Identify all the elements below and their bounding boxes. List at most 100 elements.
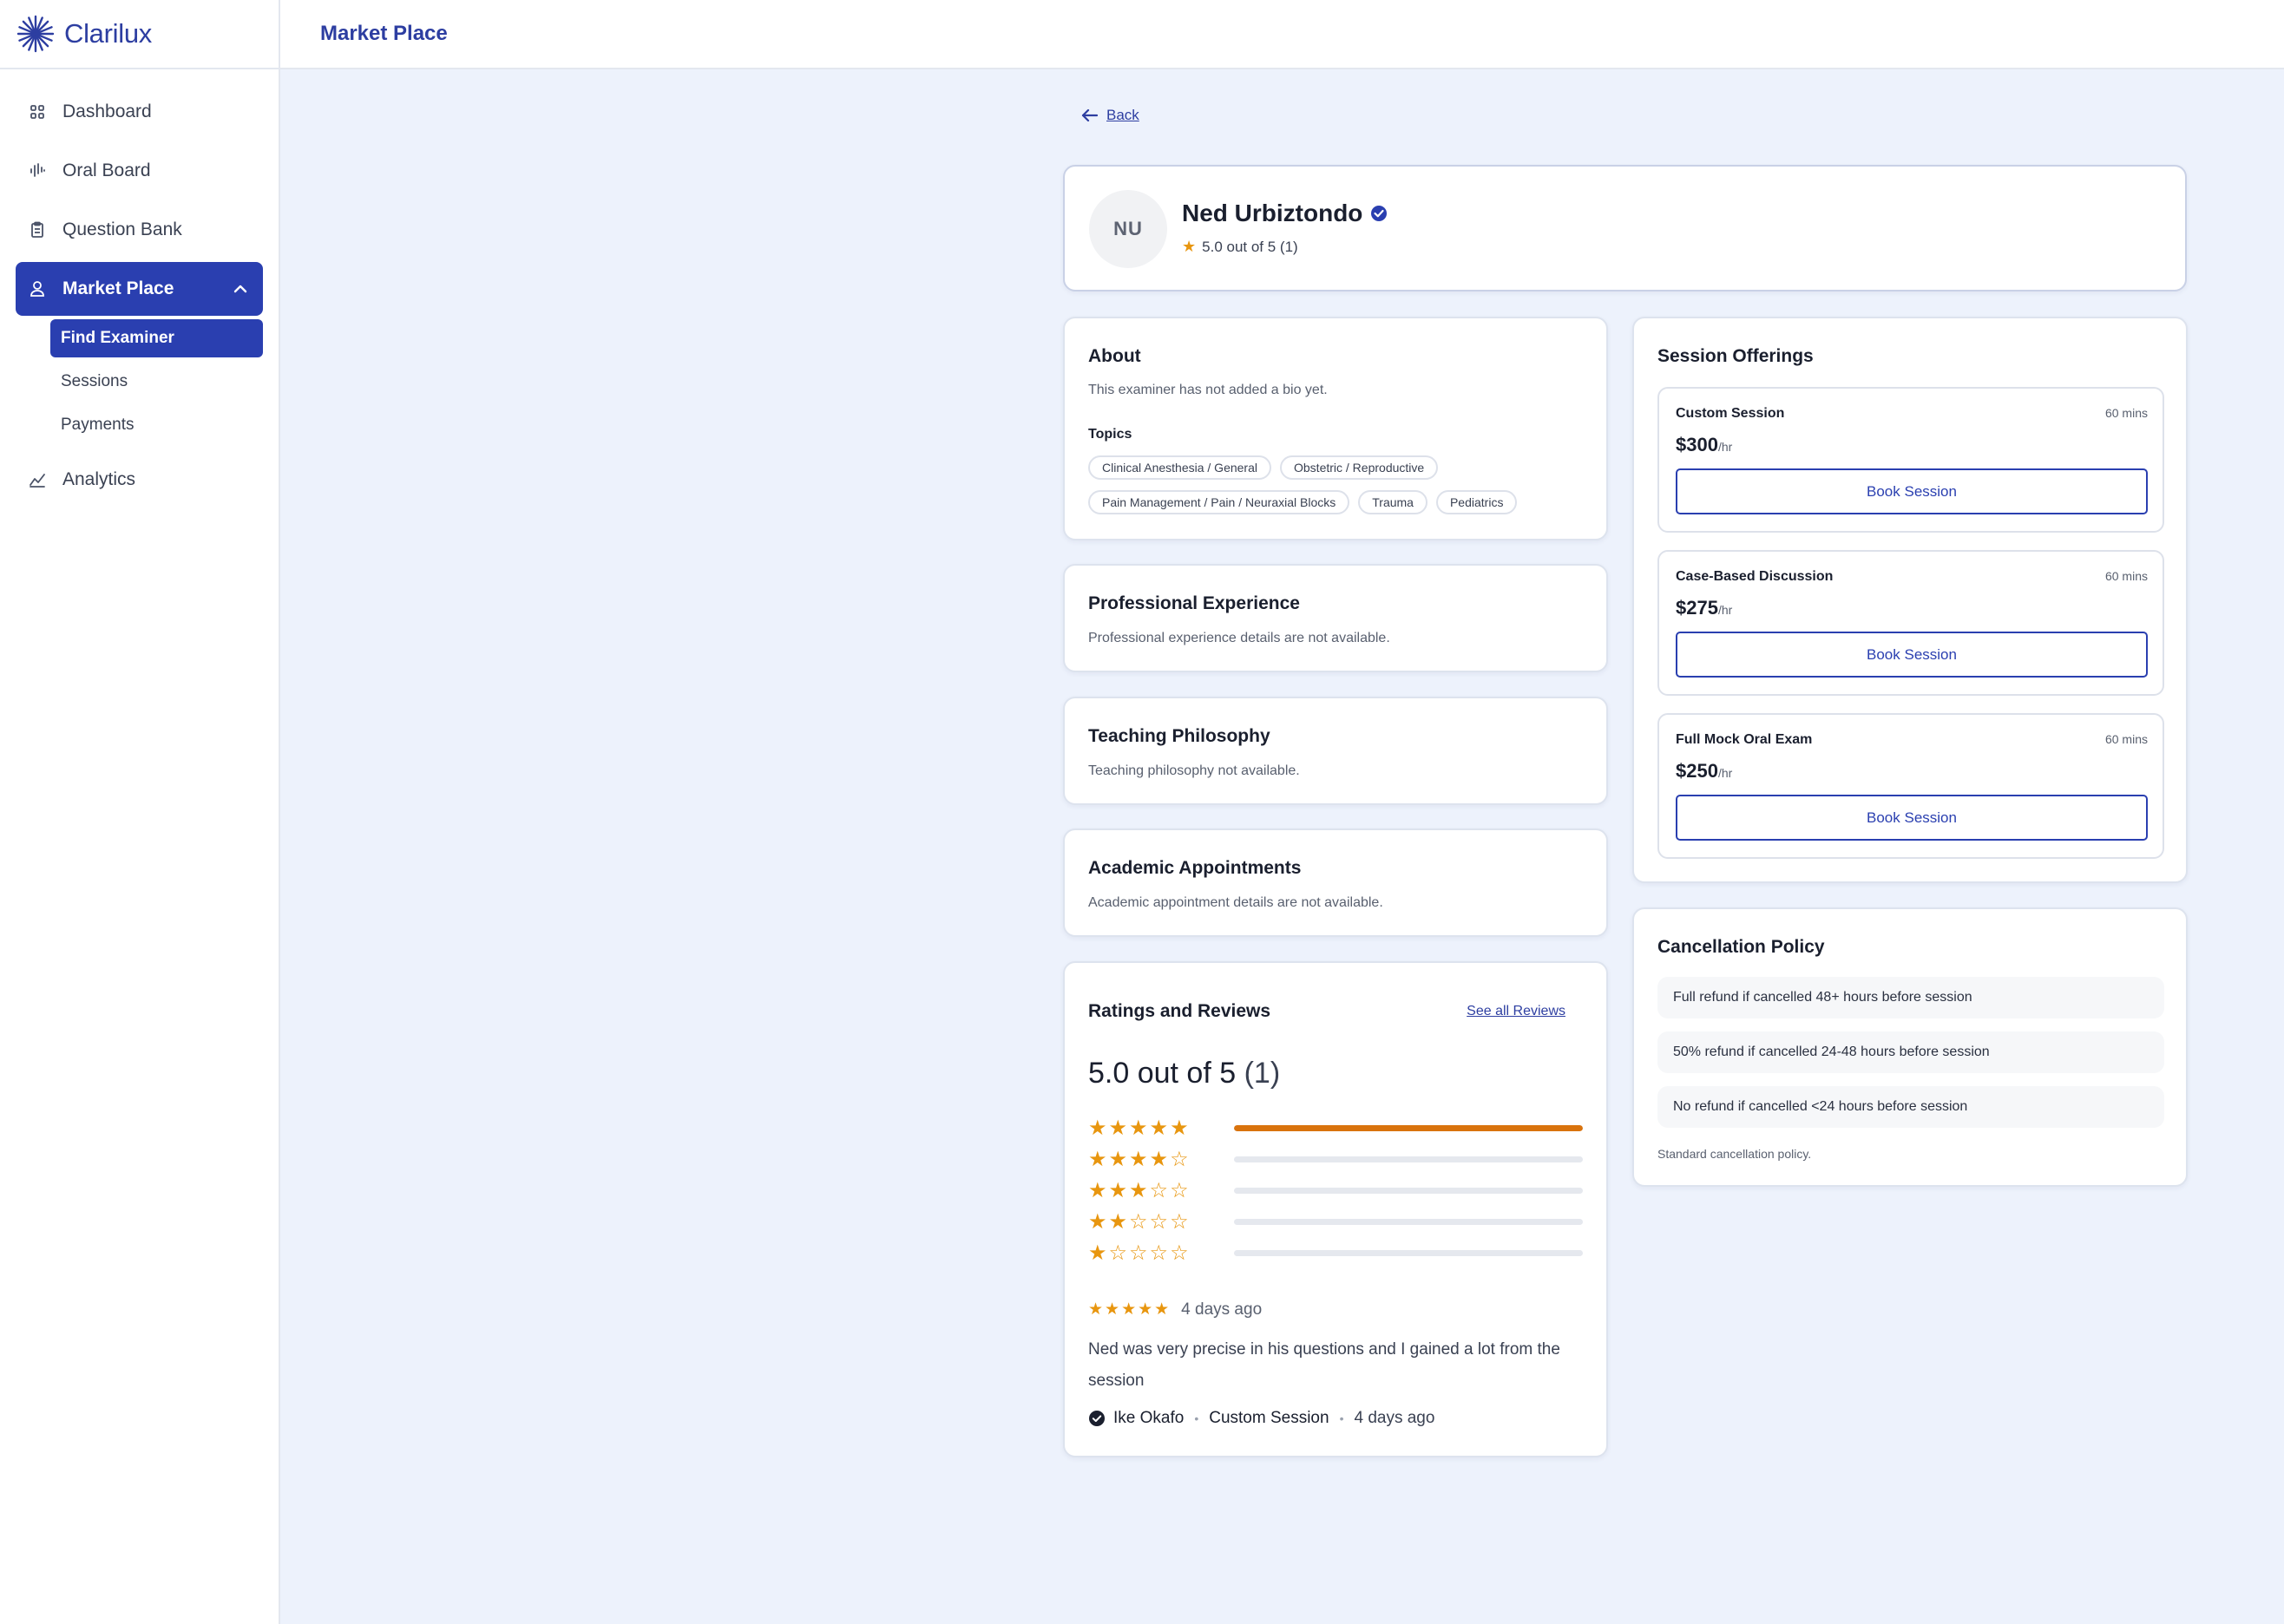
avatar: NU <box>1089 190 1167 268</box>
offering-price-value: $300 <box>1676 434 1718 455</box>
about-title: About <box>1088 346 1141 366</box>
academic-title: Academic Appointments <box>1088 858 1302 878</box>
offering-name: Custom Session <box>1676 406 1785 421</box>
offering-price-unit: /hr <box>1717 440 1733 454</box>
separator-dot: • <box>1194 1411 1199 1425</box>
user-icon <box>28 279 47 298</box>
offering-item: Custom Session 60 mins $300/hr Book Sess… <box>1657 387 2164 533</box>
offering-price-value: $250 <box>1676 760 1718 782</box>
sidebar: Clarilux Dashboard Oral Board Question B… <box>0 0 280 1624</box>
rating-bar-fill <box>1234 1124 1583 1131</box>
rating-distribution: ★★★★★ ★★★★☆ ★★★☆☆ ★★☆☆☆ ★☆☆☆☆ <box>1088 1112 1583 1268</box>
offering-name: Full Mock Oral Exam <box>1676 732 1813 747</box>
chevron-up-icon[interactable] <box>232 280 249 298</box>
reviews-title: Ratings and Reviews <box>1088 1001 1271 1021</box>
review-age: 4 days ago <box>1181 1300 1263 1319</box>
rating-bar <box>1234 1187 1583 1194</box>
sidebar-item-oral-board[interactable]: Oral Board <box>16 144 263 198</box>
sidebar-item-dashboard[interactable]: Dashboard <box>16 85 263 139</box>
back-link[interactable]: Back <box>1080 106 1139 125</box>
sidebar-subitem-payments[interactable]: Payments <box>50 406 263 444</box>
overall-review-count: (1) <box>1244 1057 1281 1090</box>
sidebar-item-label: Question Bank <box>62 219 182 239</box>
cancellation-note: Standard cancellation policy. <box>1657 1147 1812 1161</box>
page-title: Market Place <box>320 22 448 45</box>
sidebar-subitem-find-examiner[interactable]: Find Examiner <box>50 319 263 357</box>
separator-dot: • <box>1339 1411 1344 1425</box>
rating-bar <box>1234 1124 1583 1131</box>
sidebar-item-label: Dashboard <box>62 102 152 121</box>
offering-price: $250/hr <box>1676 760 1732 783</box>
sidebar-item-question-bank[interactable]: Question Bank <box>16 203 263 257</box>
examiner-name: Ned Urbiztondo <box>1182 200 1388 227</box>
book-session-button[interactable]: Book Session <box>1676 795 2148 841</box>
book-session-button[interactable]: Book Session <box>1676 468 2148 514</box>
book-session-button[interactable]: Book Session <box>1676 632 2148 678</box>
sidebar-item-label: Oral Board <box>62 160 151 180</box>
rating-bar <box>1234 1218 1583 1225</box>
policy-rule: No refund if cancelled <24 hours before … <box>1657 1086 2164 1128</box>
offering-item: Case-Based Discussion 60 mins $275/hr Bo… <box>1657 550 2164 696</box>
ratings-reviews-card: Ratings and Reviews See all Reviews 5.0 … <box>1063 961 1608 1457</box>
chart-trend-icon <box>28 470 47 489</box>
teaching-text: Teaching philosophy not available. <box>1088 763 1300 778</box>
app-name: Clarilux <box>64 18 152 49</box>
overall-score: 5.0 out of 5 (1) <box>1088 1057 1280 1090</box>
offering-duration: 60 mins <box>2104 406 2148 420</box>
rating-distribution-row: ★★★★☆ <box>1088 1143 1583 1175</box>
offering-price-unit: /hr <box>1717 603 1733 617</box>
star-icon: ★ <box>1182 238 1197 255</box>
grid-icon <box>28 102 47 121</box>
examiner-profile-card: NU Ned Urbiztondo ★ 5.0 out of 5 (1) <box>1063 165 2187 291</box>
policy-rule: 50% refund if cancelled 24-48 hours befo… <box>1657 1031 2164 1073</box>
review-date: 4 days ago <box>1354 1409 1435 1427</box>
back-label: Back <box>1106 107 1139 123</box>
sidebar-item-analytics[interactable]: Analytics <box>16 453 263 507</box>
star-rating-icon: ★☆☆☆☆ <box>1088 1241 1191 1265</box>
waveform-icon <box>28 161 47 180</box>
rating-distribution-row: ★★☆☆☆ <box>1088 1206 1583 1237</box>
rating-bar <box>1234 1156 1583 1162</box>
review-meta: ★★★★★ 4 days ago <box>1088 1300 1262 1320</box>
review-author-line: Ike Okafo • Custom Session • 4 days ago <box>1088 1409 1434 1428</box>
rating-distribution-row: ★☆☆☆☆ <box>1088 1237 1583 1268</box>
market-place-subnav: Find Examiner Sessions Payments <box>16 319 263 444</box>
session-offerings-card: Session Offerings Custom Session 60 mins… <box>1632 317 2188 883</box>
offering-name: Case-Based Discussion <box>1676 569 1834 584</box>
check-circle-icon <box>1089 1411 1105 1426</box>
offering-price: $275/hr <box>1676 597 1732 619</box>
top-bar: Market Place <box>280 0 2284 69</box>
topic-chips: Clinical Anesthesia / General Obstetric … <box>1088 455 1592 514</box>
offering-price: $300/hr <box>1676 434 1732 456</box>
experience-text: Professional experience details are not … <box>1088 631 1390 645</box>
sidebar-subitem-sessions[interactable]: Sessions <box>50 363 263 401</box>
experience-title: Professional Experience <box>1088 593 1300 613</box>
star-rating-icon: ★★★☆☆ <box>1088 1178 1191 1202</box>
offering-price-unit: /hr <box>1717 766 1733 780</box>
teaching-title: Teaching Philosophy <box>1088 726 1270 746</box>
review-stars-icon: ★★★★★ <box>1088 1300 1172 1319</box>
review-author: Ike Okafo <box>1113 1409 1185 1427</box>
topic-chip: Clinical Anesthesia / General <box>1088 455 1271 480</box>
topics-label: Topics <box>1088 427 1132 442</box>
about-card: About This examiner has not added a bio … <box>1063 317 1608 540</box>
professional-experience-card: Professional Experience Professional exp… <box>1063 564 1608 672</box>
about-bio: This examiner has not added a bio yet. <box>1088 383 1328 397</box>
clipboard-icon <box>28 220 47 239</box>
rating-distribution-row: ★★★☆☆ <box>1088 1175 1583 1206</box>
academic-text: Academic appointment details are not ava… <box>1088 895 1383 910</box>
star-rating-icon: ★★★★★ <box>1088 1116 1191 1140</box>
cancellation-policy-card: Cancellation Policy Full refund if cance… <box>1632 907 2188 1187</box>
offering-item: Full Mock Oral Exam 60 mins $250/hr Book… <box>1657 713 2164 859</box>
topic-chip: Pediatrics <box>1435 490 1518 514</box>
examiner-rating: ★ 5.0 out of 5 (1) <box>1182 238 1298 256</box>
offering-price-value: $275 <box>1676 597 1718 619</box>
arrow-left-icon <box>1081 108 1099 122</box>
offering-duration: 60 mins <box>2104 569 2148 583</box>
star-rating-icon: ★★★★☆ <box>1088 1147 1191 1171</box>
sidebar-item-market-place[interactable]: Market Place <box>16 262 263 316</box>
logo[interactable]: Clarilux <box>0 0 279 69</box>
topic-chip: Obstetric / Reproductive <box>1280 455 1439 480</box>
see-all-reviews-link[interactable]: See all Reviews <box>1467 1004 1565 1019</box>
offering-duration: 60 mins <box>2104 732 2148 746</box>
